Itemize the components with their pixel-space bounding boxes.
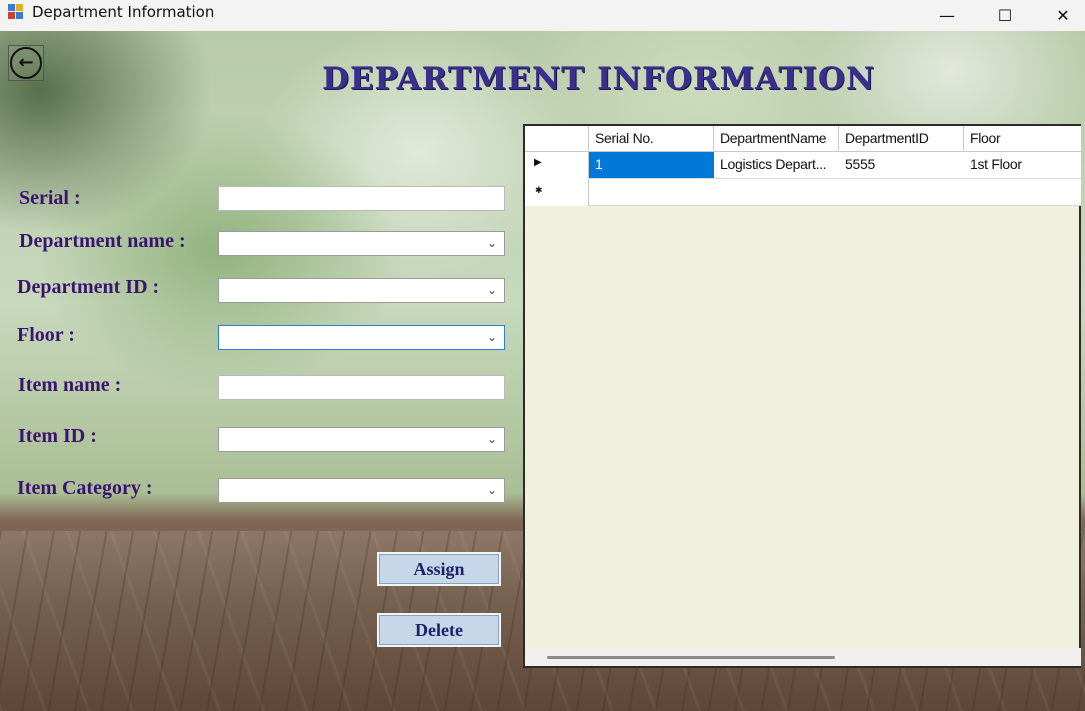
department-grid[interactable]: Serial No. DepartmentName DepartmentID F… [523, 124, 1081, 668]
grid-corner-cell[interactable] [525, 126, 589, 152]
cell-floor[interactable]: 1st Floor [964, 152, 1081, 178]
item-category-label: Item Category : [17, 477, 153, 499]
grid-header-row: Serial No. DepartmentName DepartmentID F… [525, 126, 1081, 152]
assign-button[interactable]: Assign [377, 552, 501, 586]
minimize-button[interactable]: — [918, 0, 976, 31]
column-header-serial[interactable]: Serial No. [589, 126, 714, 152]
item-name-label: Item name : [18, 374, 122, 396]
scrollbar-thumb[interactable] [547, 656, 835, 659]
cell-department-name[interactable]: Logistics Depart... [714, 152, 839, 178]
serial-label: Serial : [19, 187, 81, 209]
cell-serial[interactable]: 1 [589, 152, 714, 178]
horizontal-scrollbar[interactable] [525, 648, 1081, 666]
close-icon: ✕ [1056, 6, 1070, 25]
serial-input[interactable] [218, 186, 505, 211]
form-area: ← DEPARTMENT INFORMATION Serial : Depart… [0, 31, 1085, 711]
department-name-combo[interactable]: ⌄ [218, 231, 505, 256]
minimize-icon: — [939, 6, 955, 25]
back-arrow-icon: ← [10, 47, 42, 79]
close-button[interactable]: ✕ [1034, 0, 1085, 31]
item-category-combo[interactable]: ⌄ [218, 478, 505, 503]
row-header[interactable]: ▶ [525, 152, 589, 179]
floor-label: Floor : [17, 324, 75, 346]
cell-department-id[interactable]: 5555 [839, 152, 964, 178]
window-title: Department Information [32, 3, 215, 21]
chevron-down-icon[interactable]: ⌄ [487, 235, 499, 251]
chevron-down-icon[interactable]: ⌄ [487, 431, 499, 447]
table-row[interactable]: ▶ 1 Logistics Depart... 5555 1st Floor [525, 152, 1081, 179]
window-titlebar: Department Information — ☐ ✕ [0, 0, 1085, 31]
new-row[interactable]: ✱ [525, 179, 1081, 206]
item-id-combo[interactable]: ⌄ [218, 427, 505, 452]
floor-combo[interactable]: ⌄ [218, 325, 505, 350]
current-row-icon: ▶ [534, 157, 542, 168]
column-header-floor[interactable]: Floor [964, 126, 1081, 152]
chevron-down-icon[interactable]: ⌄ [487, 482, 499, 498]
maximize-icon: ☐ [997, 6, 1013, 25]
item-id-label: Item ID : [18, 425, 97, 447]
delete-button[interactable]: Delete [377, 613, 501, 647]
row-header[interactable]: ✱ [525, 179, 589, 206]
app-icon [8, 4, 24, 20]
maximize-button[interactable]: ☐ [976, 0, 1034, 31]
column-header-department-id[interactable]: DepartmentID [839, 126, 964, 152]
item-name-input[interactable] [218, 375, 505, 400]
department-id-label: Department ID : [17, 276, 160, 298]
chevron-down-icon[interactable]: ⌄ [487, 329, 499, 345]
back-button[interactable]: ← [8, 45, 44, 81]
department-id-combo[interactable]: ⌄ [218, 278, 505, 303]
page-title: DEPARTMENT INFORMATION [322, 61, 876, 97]
new-row-icon: ✱ [535, 186, 543, 196]
column-header-department-name[interactable]: DepartmentName [714, 126, 839, 152]
department-name-label: Department name : [19, 230, 186, 252]
chevron-down-icon[interactable]: ⌄ [487, 282, 499, 298]
